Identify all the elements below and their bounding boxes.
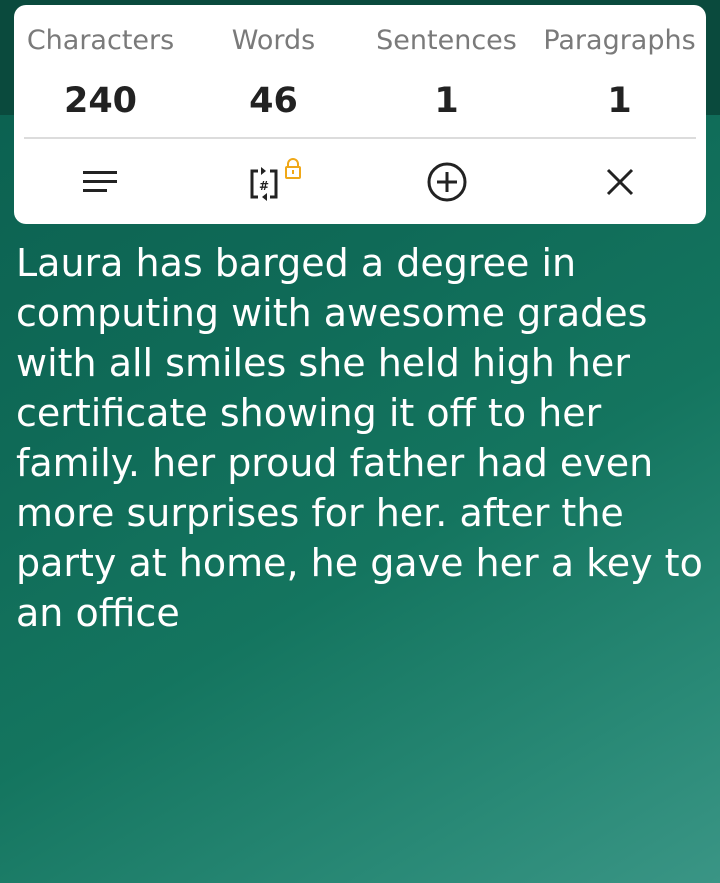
menu-icon <box>82 170 117 192</box>
hashtag-sync-button[interactable]: # <box>187 139 360 224</box>
close-button[interactable] <box>533 139 706 224</box>
stat-value: 1 <box>434 81 459 121</box>
stat-value: 1 <box>607 81 632 121</box>
stat-label: Paragraphs <box>543 25 696 56</box>
action-bar: # <box>14 139 706 224</box>
stat-label: Characters <box>26 25 175 56</box>
stat-value: 240 <box>63 81 138 121</box>
hashtag-sync-icon: # <box>250 157 301 201</box>
stat-words: Words 46 <box>187 5 360 137</box>
stats-row: Characters 240 Words 46 Sentences 1 Para… <box>14 5 706 137</box>
stat-characters: Characters 240 <box>14 5 187 137</box>
stat-label: Sentences <box>376 25 517 56</box>
menu-button[interactable] <box>14 139 187 224</box>
svg-text:#: # <box>258 179 268 193</box>
stat-value: 46 <box>249 81 298 121</box>
stat-paragraphs: Paragraphs 1 <box>533 5 706 137</box>
stat-sentences: Sentences 1 <box>360 5 533 137</box>
close-icon <box>606 168 633 195</box>
stat-label: Words <box>231 25 316 56</box>
add-circle-icon <box>427 162 466 201</box>
add-button[interactable] <box>360 139 533 224</box>
stats-card: Characters 240 Words 46 Sentences 1 Para… <box>14 5 706 224</box>
lock-icon <box>284 157 301 179</box>
text-content[interactable]: Laura has barged a degree in computing w… <box>16 238 706 638</box>
